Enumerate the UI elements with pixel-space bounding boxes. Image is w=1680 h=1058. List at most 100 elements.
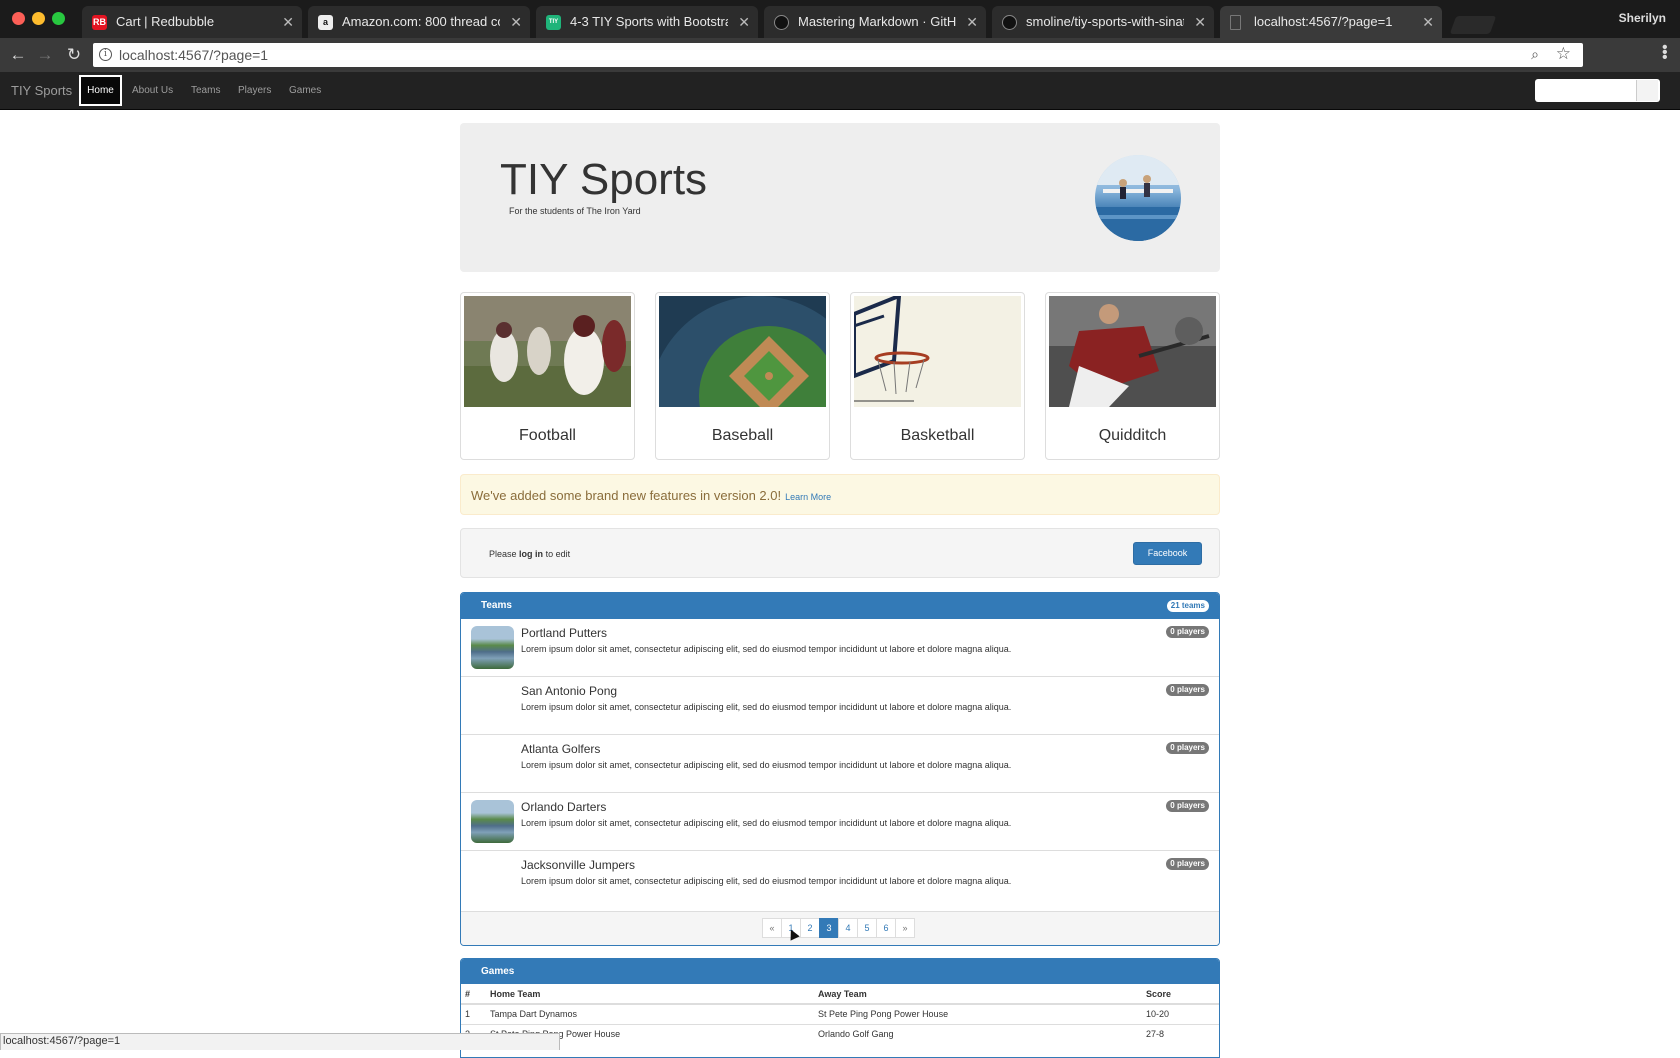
team-description: Lorem ipsum dolor sit amet, consectetur …	[521, 644, 1012, 654]
team-name[interactable]: Jacksonville Jumpers	[521, 858, 635, 872]
facebook-login-button[interactable]: Facebook	[1133, 542, 1202, 565]
info-icon[interactable]: i	[99, 48, 112, 61]
sport-label: Baseball	[711, 427, 774, 444]
players-badge: 0 players	[1166, 742, 1209, 754]
close-tab-icon[interactable]: ✕	[1422, 6, 1434, 38]
pagination-page-5[interactable]: 5	[857, 918, 877, 938]
navbar-brand[interactable]: TIY Sports	[11, 83, 72, 98]
teams-panel-footer: « 1 2 3 4 5 6 »	[461, 911, 1219, 945]
hero-avatar-image	[1095, 155, 1181, 241]
close-tab-icon[interactable]: ✕	[510, 6, 522, 38]
home-team: Tampa Dart Dynamos	[486, 1003, 814, 1024]
nav-link-games[interactable]: Games	[289, 85, 321, 96]
sport-card-football[interactable]: Football	[460, 292, 635, 460]
pagination-next[interactable]: »	[895, 918, 915, 938]
feature-alert: We've added some brand new features in v…	[460, 474, 1220, 515]
tab-title: localhost:4567/?page=1	[1254, 14, 1393, 29]
browser-tab[interactable]: smoline/tiy-sports-with-sinatra ✕	[992, 6, 1214, 38]
tab-title: Mastering Markdown · GitHub	[798, 14, 956, 29]
browser-tab[interactable]: TIY 4-3 TIY Sports with Bootstrap ✕	[536, 6, 758, 38]
teams-panel: Teams 21 teams Portland Putters Lorem ip…	[460, 592, 1220, 946]
players-badge: 0 players	[1166, 626, 1209, 638]
address-bar[interactable]: i localhost:4567/?page=1 ⌕ ☆	[93, 43, 1583, 67]
sport-card-basketball[interactable]: Basketball	[850, 292, 1025, 460]
back-arrow-icon[interactable]: ←	[8, 46, 28, 66]
profile-name[interactable]: Sherilyn	[1619, 11, 1666, 25]
browser-status-bar: localhost:4567/?page=1	[0, 1033, 560, 1050]
pagination: « 1 2 3 4 5 6 »	[762, 918, 915, 938]
site-navbar: TIY Sports Home About Us Teams Players G…	[0, 72, 1680, 110]
browser-tab[interactable]: Mastering Markdown · GitHub ✕	[764, 6, 986, 38]
pagination-page-4[interactable]: 4	[838, 918, 858, 938]
team-row[interactable]: San Antonio Pong Lorem ipsum dolor sit a…	[461, 677, 1219, 735]
score: 27-8	[1142, 1023, 1219, 1044]
tiy-icon: TIY	[546, 15, 561, 30]
pagination-prev[interactable]: «	[762, 918, 782, 938]
close-tab-icon[interactable]: ✕	[738, 6, 750, 38]
close-window-button[interactable]	[12, 12, 25, 25]
browser-menu-icon[interactable]: • • •	[1662, 40, 1668, 66]
baseball-photo	[659, 296, 826, 407]
column-header: #	[461, 984, 486, 1005]
jumbotron: TIY Sports For the students of The Iron …	[460, 123, 1220, 272]
minimize-window-button[interactable]	[32, 12, 45, 25]
team-description: Lorem ipsum dolor sit amet, consectetur …	[521, 818, 1012, 828]
basketball-photo	[854, 296, 1021, 407]
players-badge: 0 players	[1166, 684, 1209, 696]
players-badge: 0 players	[1166, 858, 1209, 870]
new-tab-button[interactable]	[1449, 16, 1497, 34]
team-name[interactable]: Portland Putters	[521, 626, 607, 640]
column-header: Score	[1142, 984, 1219, 1005]
close-tab-icon[interactable]: ✕	[1194, 6, 1206, 38]
away-team: St Pete Ping Pong Power House	[814, 1003, 1142, 1024]
page-subtitle: For the students of The Iron Yard	[509, 206, 641, 216]
team-name[interactable]: San Antonio Pong	[521, 684, 617, 698]
teams-panel-heading: Teams 21 teams	[461, 593, 1219, 619]
url-text[interactable]: localhost:4567/?page=1	[119, 47, 268, 63]
team-name[interactable]: Orlando Darters	[521, 800, 606, 814]
table-row: 2 St Pete Ping Pong Power House Orlando …	[461, 1023, 1219, 1044]
games-panel: Games # Home Team Away Team Score 1 Tamp…	[460, 958, 1220, 1058]
zoom-icon[interactable]: ⌕	[1531, 46, 1539, 63]
table-header-row: # Home Team Away Team Score	[461, 984, 1219, 1005]
sport-card-baseball[interactable]: Baseball	[655, 292, 830, 460]
team-row[interactable]: Orlando Darters Lorem ipsum dolor sit am…	[461, 793, 1219, 851]
browser-tab-active[interactable]: localhost:4567/?page=1 ✕	[1220, 6, 1442, 38]
close-tab-icon[interactable]: ✕	[966, 6, 978, 38]
teams-heading: Teams	[481, 600, 512, 611]
pagination-page-2[interactable]: 2	[800, 918, 820, 938]
browser-tab[interactable]: RB Cart | Redbubble ✕	[82, 6, 302, 38]
sport-card-quidditch[interactable]: Quidditch	[1045, 292, 1220, 460]
maximize-window-button[interactable]	[52, 12, 65, 25]
bookmark-star-icon[interactable]: ☆	[1556, 44, 1571, 64]
away-team: Orlando Golf Gang	[814, 1023, 1142, 1044]
alert-message: We've added some brand new features in v…	[471, 488, 831, 503]
log-in-link[interactable]: log in	[519, 549, 543, 559]
games-heading: Games	[481, 966, 515, 977]
nav-link-home[interactable]: Home	[79, 75, 122, 106]
game-number: 1	[461, 1003, 486, 1024]
redbubble-icon: RB	[92, 15, 107, 30]
learn-more-link[interactable]: Learn More	[785, 492, 831, 502]
close-tab-icon[interactable]: ✕	[282, 6, 294, 38]
team-row[interactable]: Atlanta Golfers Lorem ipsum dolor sit am…	[461, 735, 1219, 793]
login-prompt: Please log in to edit	[489, 549, 570, 559]
pagination-page-3-current[interactable]: 3	[819, 918, 839, 938]
team-name[interactable]: Atlanta Golfers	[521, 742, 600, 756]
login-prefix: Please	[489, 549, 517, 559]
nav-link-teams[interactable]: Teams	[191, 85, 220, 96]
pagination-page-6[interactable]: 6	[876, 918, 896, 938]
team-image	[471, 626, 514, 669]
sport-label: Basketball	[900, 427, 975, 444]
team-image	[471, 800, 514, 843]
team-row[interactable]: Portland Putters Lorem ipsum dolor sit a…	[461, 619, 1219, 677]
browser-tab[interactable]: a Amazon.com: 800 thread count ✕	[308, 6, 530, 38]
page-icon	[1230, 15, 1241, 30]
forward-arrow-icon[interactable]: →	[35, 46, 55, 66]
nav-link-about[interactable]: About Us	[132, 85, 173, 96]
nav-link-players[interactable]: Players	[238, 85, 271, 96]
reload-icon[interactable]: ↻	[64, 46, 84, 66]
team-row[interactable]: Jacksonville Jumpers Lorem ipsum dolor s…	[461, 851, 1219, 909]
navbar-search-button[interactable]	[1636, 80, 1658, 101]
tab-title: Amazon.com: 800 thread count	[342, 14, 500, 29]
